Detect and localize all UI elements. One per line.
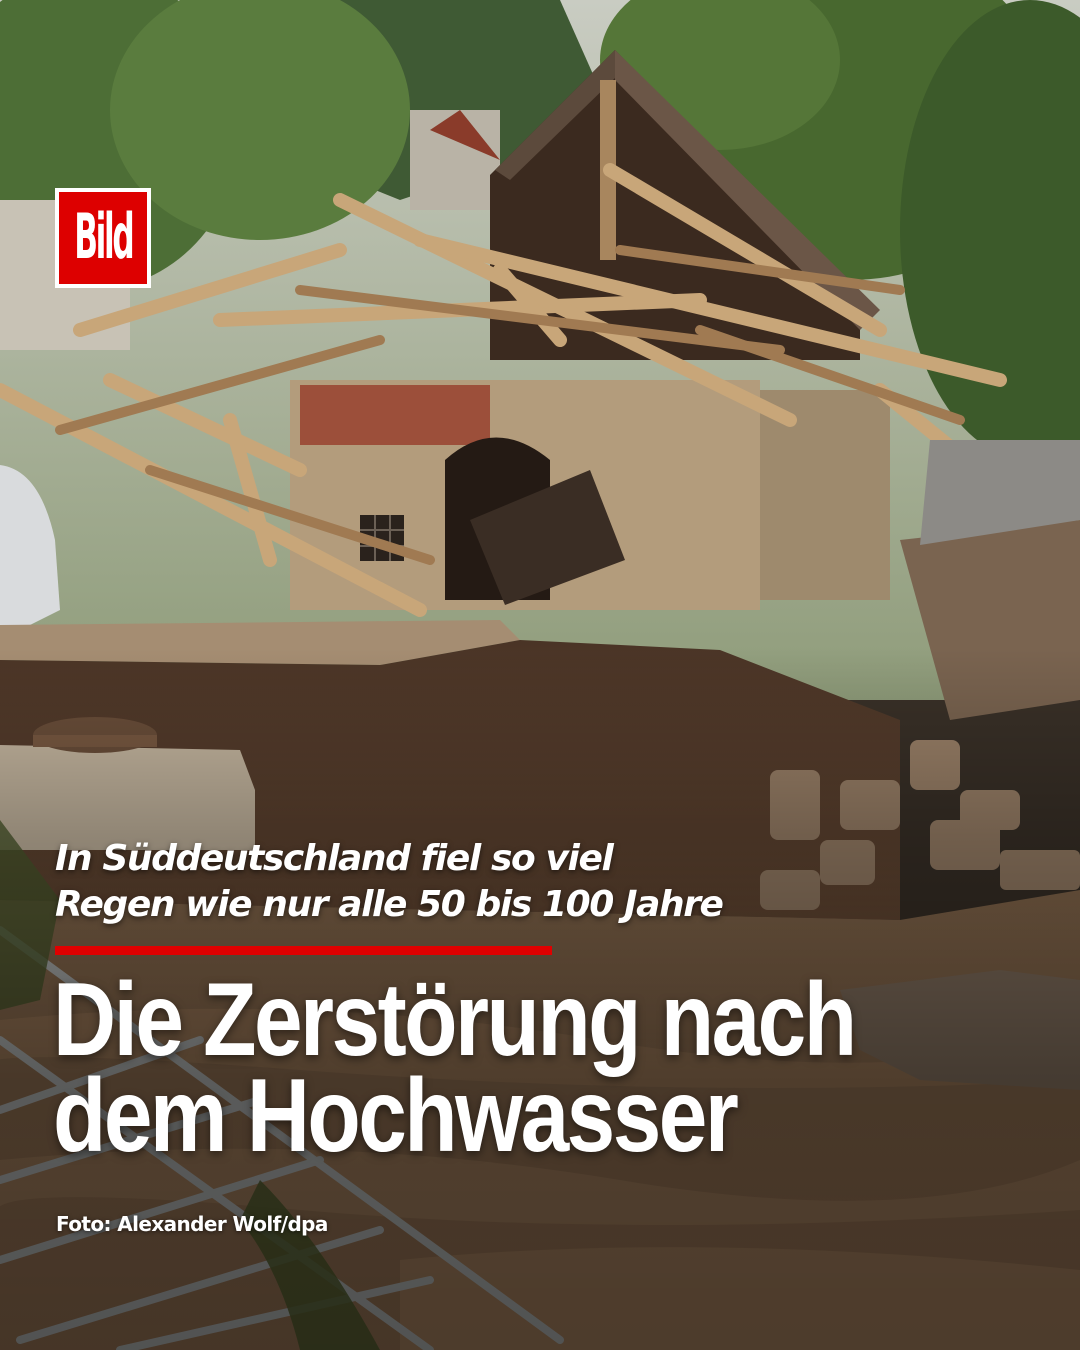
headline-line-2: dem Hochwasser (53, 1058, 739, 1174)
bild-logo-text: Bild (73, 202, 134, 274)
headline: Die Zerstörung nach dem Hochwasser (53, 962, 1033, 1174)
red-divider-line (55, 946, 552, 955)
bild-logo-red-box: Bild (59, 192, 147, 284)
photo-credit: Foto: Alexander Wolf/dpa (56, 1212, 328, 1236)
headline-line-1: Die Zerstörung nach (53, 962, 857, 1078)
kicker-subheadline: In Süddeutschland fiel so viel Regen wie… (55, 836, 955, 928)
instagram-post: Bild In Süddeutschland fiel so viel Rege… (0, 0, 1080, 1350)
bild-logo: Bild (55, 188, 151, 288)
kicker-line-2: Regen wie nur alle 50 bis 100 Jahre (55, 884, 724, 925)
kicker-line-1: In Süddeutschland fiel so viel (55, 838, 614, 879)
